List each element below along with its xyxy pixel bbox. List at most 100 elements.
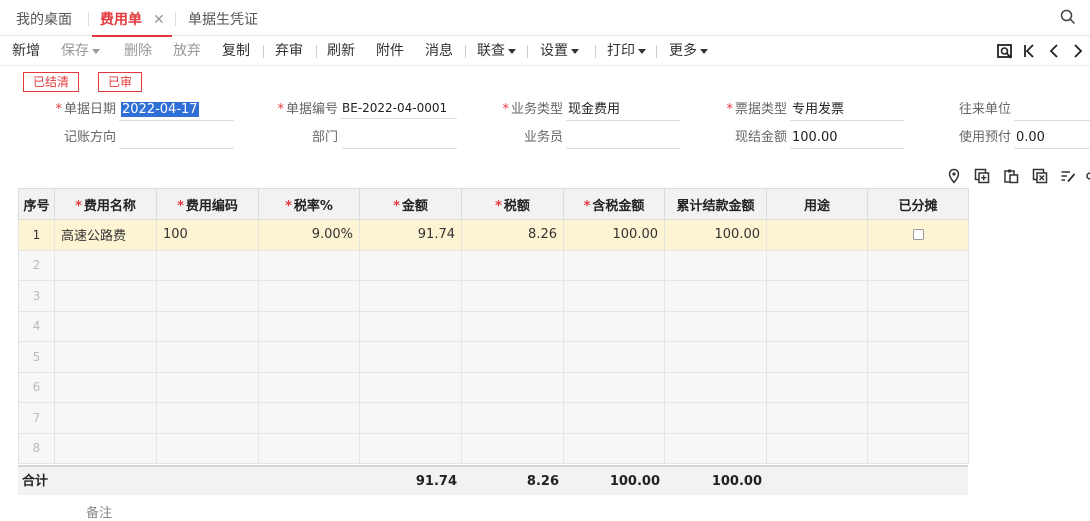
cell-amount[interactable]: [359, 249, 462, 281]
cell-name[interactable]: [54, 341, 157, 373]
cell-amount[interactable]: [359, 432, 462, 464]
cell-allocated[interactable]: [867, 249, 969, 281]
more-actions-icon[interactable]: [1084, 168, 1090, 184]
col-header-code[interactable]: * 费用编码: [156, 188, 259, 220]
search-icon[interactable]: [1060, 9, 1076, 25]
cell-settled[interactable]: 100.00: [664, 219, 767, 251]
save-button[interactable]: 保存: [61, 36, 100, 66]
message-button[interactable]: 消息: [425, 36, 453, 66]
cell-tax[interactable]: [461, 310, 564, 342]
table-row[interactable]: 2: [18, 249, 969, 281]
cell-tax[interactable]: [461, 432, 564, 464]
col-header-purpose[interactable]: 用途: [766, 188, 868, 220]
cell-amount[interactable]: [359, 402, 462, 434]
cell-allocated[interactable]: [867, 310, 969, 342]
cell-rate[interactable]: [258, 280, 360, 312]
cell-amount[interactable]: [359, 310, 462, 342]
new-button[interactable]: 新增: [12, 36, 40, 66]
prev-record-icon[interactable]: [1047, 43, 1061, 59]
cell-total[interactable]: 100.00: [563, 219, 665, 251]
cell-name[interactable]: [54, 371, 157, 403]
cell-allocated[interactable]: [867, 432, 969, 464]
table-row[interactable]: 8: [18, 432, 969, 464]
col-header-index[interactable]: 序号: [18, 188, 55, 220]
dept-field[interactable]: [342, 127, 457, 149]
prepay-field[interactable]: 0.00: [1014, 127, 1090, 149]
cell-purpose[interactable]: [766, 432, 868, 464]
cell-total[interactable]: [563, 432, 665, 464]
cell-total[interactable]: [563, 249, 665, 281]
table-row[interactable]: 6: [18, 371, 969, 403]
next-record-icon[interactable]: [1071, 43, 1085, 59]
cell-amount[interactable]: 91.74: [359, 219, 462, 251]
col-header-settled[interactable]: 累计结款金额: [664, 188, 767, 220]
cell-name[interactable]: [54, 249, 157, 281]
date-field[interactable]: 2022-04-17: [119, 99, 234, 121]
cell-total[interactable]: [563, 341, 665, 373]
cell-tax[interactable]: [461, 280, 564, 312]
tab-bill-voucher[interactable]: 单据生凭证: [188, 0, 258, 36]
cell-total[interactable]: [563, 402, 665, 434]
cell-allocated[interactable]: [867, 341, 969, 373]
cell-code[interactable]: 100: [156, 219, 259, 251]
edit-list-icon[interactable]: [1060, 168, 1076, 184]
cell-rate[interactable]: [258, 371, 360, 403]
cell-rate[interactable]: [258, 249, 360, 281]
cell-code[interactable]: [156, 432, 259, 464]
cell-rate[interactable]: [258, 310, 360, 342]
table-row[interactable]: 4: [18, 310, 969, 342]
direction-field[interactable]: [119, 127, 234, 149]
cell-code[interactable]: [156, 310, 259, 342]
col-header-tax[interactable]: * 税额: [461, 188, 564, 220]
cell-tax[interactable]: [461, 341, 564, 373]
salesman-field[interactable]: [566, 127, 680, 149]
cell-allocated[interactable]: [867, 402, 969, 434]
table-row[interactable]: 5: [18, 341, 969, 373]
allocated-checkbox[interactable]: [912, 229, 924, 241]
cell-purpose[interactable]: [766, 371, 868, 403]
cell-rate[interactable]: 9.00%: [258, 219, 360, 251]
cell-name[interactable]: [54, 402, 157, 434]
cell-purpose[interactable]: [766, 249, 868, 281]
bill-number-field[interactable]: BE-2022-04-0001: [340, 97, 457, 119]
cell-settled[interactable]: [664, 371, 767, 403]
cell-rate[interactable]: [258, 341, 360, 373]
cell-tax[interactable]: [461, 402, 564, 434]
cell-code[interactable]: [156, 402, 259, 434]
cell-purpose[interactable]: [766, 219, 868, 251]
cell-code[interactable]: [156, 280, 259, 312]
more-button[interactable]: 更多: [669, 36, 708, 66]
cell-tax[interactable]: [461, 371, 564, 403]
location-pin-icon[interactable]: [946, 168, 962, 184]
delete-row-icon[interactable]: [1032, 168, 1048, 184]
cell-tax[interactable]: 8.26: [461, 219, 564, 251]
cell-settled[interactable]: [664, 341, 767, 373]
col-header-rate[interactable]: * 税率%: [258, 188, 360, 220]
cell-code[interactable]: [156, 371, 259, 403]
paste-icon[interactable]: [1003, 168, 1019, 184]
table-row[interactable]: 1 高速公路费 100 9.00% 91.74 8.26 100.00 100.…: [18, 219, 969, 251]
cell-settled[interactable]: [664, 402, 767, 434]
col-header-name[interactable]: * 费用名称: [54, 188, 157, 220]
partner-field[interactable]: [1014, 99, 1090, 121]
cell-purpose[interactable]: [766, 341, 868, 373]
locate-icon[interactable]: [996, 43, 1014, 61]
attachment-button[interactable]: 附件: [376, 36, 404, 66]
cell-rate[interactable]: [258, 402, 360, 434]
cell-name[interactable]: [54, 432, 157, 464]
cell-total[interactable]: [563, 371, 665, 403]
cell-purpose[interactable]: [766, 310, 868, 342]
cell-code[interactable]: [156, 249, 259, 281]
link-query-button[interactable]: 联查: [477, 36, 516, 66]
cell-amount[interactable]: [359, 341, 462, 373]
cell-settled[interactable]: [664, 310, 767, 342]
cell-total[interactable]: [563, 310, 665, 342]
cell-settled[interactable]: [664, 432, 767, 464]
cell-tax[interactable]: [461, 249, 564, 281]
cell-allocated[interactable]: [867, 371, 969, 403]
table-row[interactable]: 3: [18, 280, 969, 312]
cell-rate[interactable]: [258, 432, 360, 464]
cell-amount[interactable]: [359, 371, 462, 403]
cell-settled[interactable]: [664, 280, 767, 312]
cell-total[interactable]: [563, 280, 665, 312]
